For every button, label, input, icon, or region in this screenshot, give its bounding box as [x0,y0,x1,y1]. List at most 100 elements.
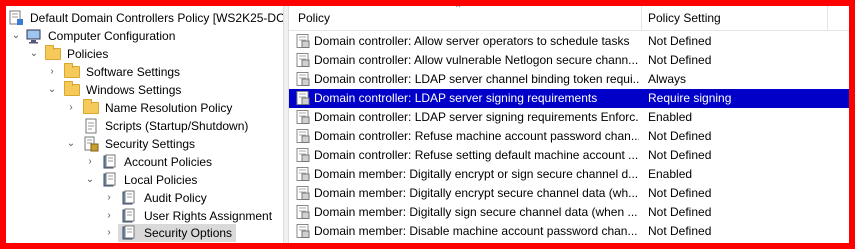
column-header-policy[interactable]: Policy [298,6,330,30]
chevron-right-icon[interactable]: › [65,99,77,117]
tree-item-local-policies[interactable]: ⌄ Local Policies [6,171,283,189]
policy-name: Domain controller: LDAP server signing r… [314,91,598,105]
policy-setting-icon [296,167,310,181]
tree-label-security-settings: Security Settings [105,137,196,151]
column-header-policy-setting[interactable]: Policy Setting [648,6,721,30]
policy-book-icon [122,225,135,240]
policy-setting-icon [296,129,310,143]
folder-icon [45,45,61,62]
list-item[interactable]: Domain member: Disable machine account p… [289,222,849,241]
policy-setting-value: Not Defined [648,205,712,219]
app-frame: Default Domain Controllers Policy [WS2K2… [6,6,849,243]
policy-setting-value: Not Defined [648,186,712,200]
policy-book-icon [122,208,135,223]
chevron-down-icon[interactable]: ⌄ [10,27,22,45]
list-item[interactable]: Domain member: Digitally encrypt secure … [289,184,849,203]
list-item[interactable]: Domain controller: LDAP server channel b… [289,70,849,89]
policy-setting-icon [296,224,310,238]
list-item[interactable]: Domain member: Digitally encrypt or sign… [289,165,849,184]
policy-name: Domain member: Digitally encrypt secure … [314,186,639,200]
list-item[interactable]: Domain controller: Refuse setting defaul… [289,146,849,165]
list-header: Policy ⌃ Policy Setting [289,6,849,31]
list-item[interactable]: Domain controller: LDAP server signing r… [289,108,849,127]
chevron-down-icon[interactable]: ⌄ [28,45,40,63]
policy-list[interactable]: Policy ⌃ Policy Setting Domain controlle… [289,6,849,243]
chevron-down-icon[interactable]: ⌄ [65,135,77,153]
tree-item-scripts[interactable]: Scripts (Startup/Shutdown) [6,117,283,135]
policy-document-icon [9,10,23,25]
tree-label-policies: Policies [67,47,109,61]
tree-item-security-settings[interactable]: ⌄ Security Settings [6,135,283,153]
policy-setting-icon [296,91,310,105]
policy-setting-icon [296,186,310,200]
tree-item-policies[interactable]: ⌄ Policies [6,45,283,63]
policy-setting-icon [296,205,310,219]
tree-label-local-policies: Local Policies [124,173,198,187]
policy-book-icon [122,190,135,205]
chevron-right-icon[interactable]: › [84,153,96,171]
tree-label-software-settings: Software Settings [86,65,181,79]
policy-book-icon [103,154,116,169]
tree-label-windows-settings: Windows Settings [86,83,182,97]
list-item[interactable]: Domain controller: Allow vulnerable Netl… [289,51,849,70]
policy-setting-value: Not Defined [648,34,712,48]
sort-ascending-icon: ⌃ [454,6,463,15]
policy-setting-value: Not Defined [648,129,712,143]
policy-book-icon [103,172,116,187]
policy-name: Domain controller: Refuse setting defaul… [314,148,639,162]
policy-name: Domain controller: Refuse machine accoun… [314,129,639,143]
chevron-right-icon[interactable]: › [103,207,115,225]
tree-label-scripts: Scripts (Startup/Shutdown) [105,119,249,133]
policy-setting-icon [296,72,310,86]
policy-setting-value: Always [648,72,687,86]
policy-setting-value: Enabled [648,110,693,124]
tree-label-name-resolution-policy: Name Resolution Policy [105,101,233,115]
computer-icon [26,29,41,44]
policy-setting-value: Not Defined [648,53,712,67]
column-divider[interactable] [827,6,828,30]
tree-label-audit-policy: Audit Policy [144,191,207,205]
tree-item-software-settings[interactable]: › Software Settings [6,63,283,81]
policy-setting-icon [296,53,310,67]
column-divider[interactable] [641,6,642,30]
policy-name: Domain member: Digitally encrypt or sign… [314,167,639,181]
tree-item-root[interactable]: Default Domain Controllers Policy [WS2K2… [6,9,283,27]
tree-item-name-resolution-policy[interactable]: › Name Resolution Policy [6,99,283,117]
tree-label-computer-configuration: Computer Configuration [48,29,176,43]
policy-name: Domain controller: LDAP server signing r… [314,110,639,124]
folder-icon [64,63,80,80]
folder-icon [64,81,80,98]
tree-label-user-rights-assignment: User Rights Assignment [144,209,273,223]
tree-label-root: Default Domain Controllers Policy [WS2K2… [30,11,283,25]
list-item-selected[interactable]: Domain controller: LDAP server signing r… [289,89,849,108]
tree-item-windows-settings[interactable]: ⌄ Windows Settings [6,81,283,99]
policy-setting-value: Not Defined [648,224,712,238]
chevron-down-icon[interactable]: ⌄ [84,171,96,189]
policy-setting-icon [296,110,310,124]
policy-setting-value: Require signing [648,91,732,105]
list-item[interactable]: Domain member: Digitally sign secure cha… [289,203,849,222]
chevron-right-icon[interactable]: › [103,224,115,242]
tree-item-account-policies[interactable]: › Account Policies [6,153,283,171]
policy-name: Domain member: Digitally sign secure cha… [314,205,638,219]
tree-item-computer-configuration[interactable]: ⌄ Computer Configuration [6,27,283,45]
chevron-down-icon[interactable]: ⌄ [46,81,58,99]
tree-item-security-options[interactable]: › Security Options [107,224,236,242]
policy-name: Domain controller: Allow vulnerable Netl… [314,53,639,67]
tree-item-audit-policy[interactable]: › Audit Policy [6,189,283,207]
chevron-right-icon[interactable]: › [103,189,115,207]
policy-name: Domain controller: LDAP server channel b… [314,72,639,86]
policy-setting-icon [296,148,310,162]
security-settings-icon [84,136,99,152]
policy-setting-value: Enabled [648,167,693,181]
folder-icon [83,99,99,116]
tree-label-account-policies: Account Policies [124,155,213,169]
policy-name: Domain member: Disable machine account p… [314,224,638,238]
navigation-tree[interactable]: Default Domain Controllers Policy [WS2K2… [6,6,283,243]
script-document-icon [85,118,97,134]
list-item[interactable]: Domain controller: Allow server operator… [289,32,849,51]
tree-label-security-options: Security Options [144,226,233,240]
tree-item-user-rights-assignment[interactable]: › User Rights Assignment [6,207,283,225]
list-item[interactable]: Domain controller: Refuse machine accoun… [289,127,849,146]
chevron-right-icon[interactable]: › [46,63,58,81]
